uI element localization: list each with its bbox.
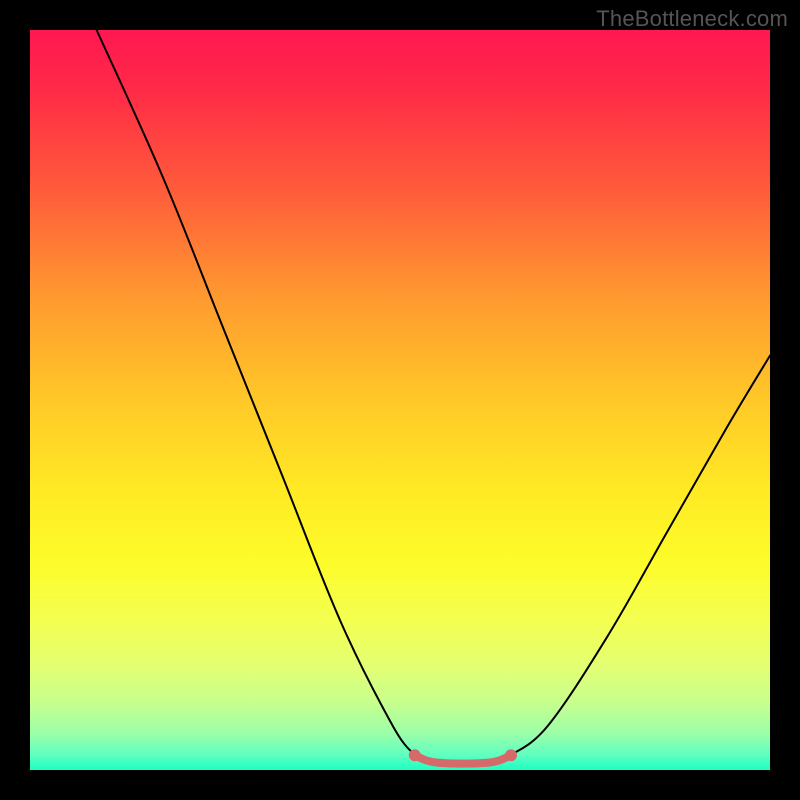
chart-container: TheBottleneck.com (0, 0, 800, 800)
flat-overlay (415, 755, 511, 763)
plot-area (30, 30, 770, 770)
attribution-label: TheBottleneck.com (596, 6, 788, 32)
left-curve (97, 30, 415, 755)
flat-overlay-start-dot (409, 749, 421, 761)
flat-overlay-end-dot (505, 749, 517, 761)
curve-layer (30, 30, 770, 770)
right-curve (511, 356, 770, 756)
